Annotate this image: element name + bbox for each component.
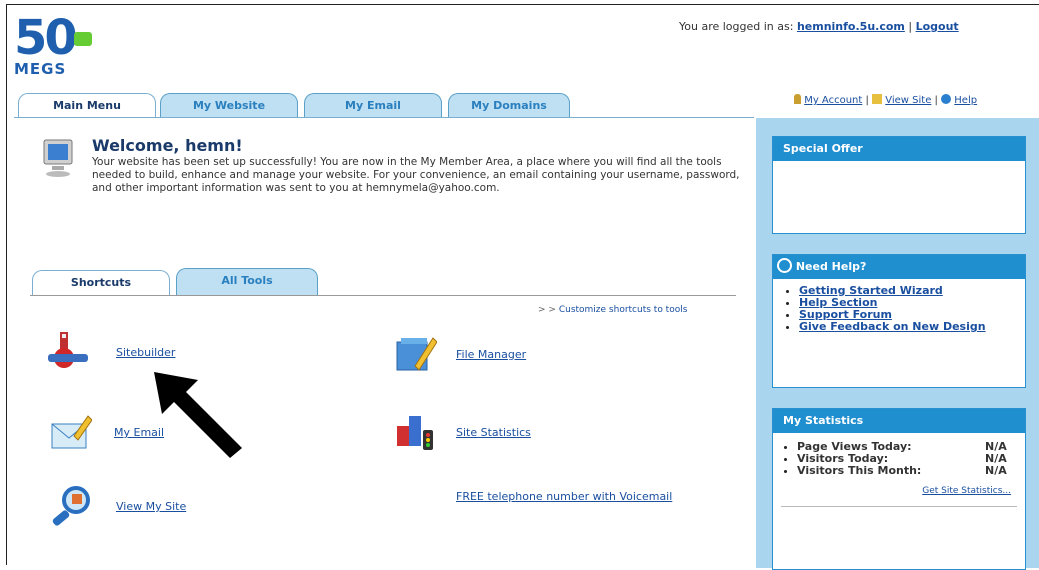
help-icon	[941, 94, 952, 104]
account-links: My Account | View Site | Help	[794, 94, 977, 106]
tab-all-tools[interactable]: All Tools	[176, 268, 318, 295]
tab-label: My Email	[345, 99, 401, 112]
logo-name: MEGS	[14, 60, 67, 78]
separator: |	[865, 95, 869, 106]
logo-green-dot	[74, 32, 92, 46]
view-site-icon	[872, 94, 883, 104]
subtab-underline	[30, 295, 736, 296]
tab-label: My Website	[192, 99, 266, 112]
list-item: Give Feedback on New Design	[799, 321, 1025, 333]
customize-arrows: > >	[538, 305, 556, 315]
sitebuilder-link[interactable]: Sitebuilder	[116, 346, 175, 359]
file-manager-link[interactable]: File Manager	[456, 348, 526, 361]
my-statistics-panel: My Statistics Page Views Today: N/A Visi…	[772, 408, 1026, 570]
login-status-bar: You are logged in as: hemninfo.5u.com | …	[679, 20, 959, 33]
view-site-link[interactable]: View Site	[885, 95, 931, 106]
logout-link[interactable]: Logout	[916, 20, 959, 33]
special-offer-title: Special Offer	[773, 137, 1025, 161]
separator: |	[908, 20, 913, 33]
logged-in-label: You are logged in as:	[679, 20, 794, 33]
tab-label: All Tools	[221, 274, 273, 287]
welcome-message: Your website has been set up successfull…	[92, 156, 740, 194]
magnifier-icon[interactable]	[50, 484, 94, 528]
site-statistics-link[interactable]: Site Statistics	[456, 426, 531, 439]
tab-shortcuts[interactable]: Shortcuts	[32, 270, 170, 296]
logo-number: 50	[14, 10, 78, 66]
give-feedback-link[interactable]: Give Feedback on New Design	[799, 320, 986, 333]
tab-my-website[interactable]: My Website	[160, 93, 298, 118]
need-help-title: Need Help?	[795, 260, 867, 273]
stat-row: Visitors This Month: N/A	[797, 465, 1025, 477]
my-statistics-title: My Statistics	[773, 409, 1025, 433]
my-email-icon[interactable]	[48, 410, 92, 454]
view-my-site-link[interactable]: View My Site	[116, 500, 186, 513]
stat-label: Visitors This Month:	[797, 464, 922, 477]
my-account-link[interactable]: My Account	[804, 95, 862, 106]
customize-shortcuts-link[interactable]: Customize shortcuts to tools	[559, 305, 688, 315]
help-links-list: Getting Started Wizard Help Section Supp…	[773, 285, 1025, 333]
need-help-panel: Need Help? Getting Started Wizard Help S…	[772, 254, 1026, 388]
username-link[interactable]: hemninfo.5u.com	[797, 20, 905, 33]
sitebuilder-tools-icon[interactable]	[46, 330, 90, 374]
stats-divider	[781, 506, 1017, 507]
welcome-title: Welcome, hemn!	[92, 136, 243, 155]
tab-label: My Domains	[471, 99, 547, 112]
help-link[interactable]: Help	[954, 95, 977, 106]
file-manager-icon[interactable]	[393, 332, 437, 376]
tab-my-email[interactable]: My Email	[304, 93, 442, 118]
tab-my-domains[interactable]: My Domains	[448, 93, 570, 118]
help-circle-icon	[777, 258, 792, 273]
statistics-list: Page Views Today: N/A Visitors Today: N/…	[773, 441, 1025, 477]
stats-link-row: Get Site Statistics...	[773, 483, 1025, 496]
get-site-statistics-link[interactable]: Get Site Statistics...	[922, 486, 1011, 496]
need-help-header: Need Help?	[773, 255, 1025, 279]
tab-main-menu[interactable]: Main Menu	[18, 93, 156, 118]
customize-shortcuts: > > Customize shortcuts to tools	[538, 305, 687, 315]
stat-value: N/A	[985, 464, 1007, 477]
site-statistics-icon[interactable]	[393, 408, 437, 452]
account-icon	[794, 94, 801, 104]
free-telephone-link[interactable]: FREE telephone number with Voicemail	[456, 490, 676, 504]
special-offer-panel: Special Offer	[772, 136, 1026, 234]
tab-label: Main Menu	[53, 99, 121, 112]
tab-label: Shortcuts	[70, 276, 132, 289]
computer-monitor-icon	[43, 139, 73, 177]
separator: |	[934, 95, 938, 106]
50megs-logo[interactable]: 50 MEGS	[14, 12, 98, 80]
pointer-arrow-icon	[154, 372, 242, 458]
